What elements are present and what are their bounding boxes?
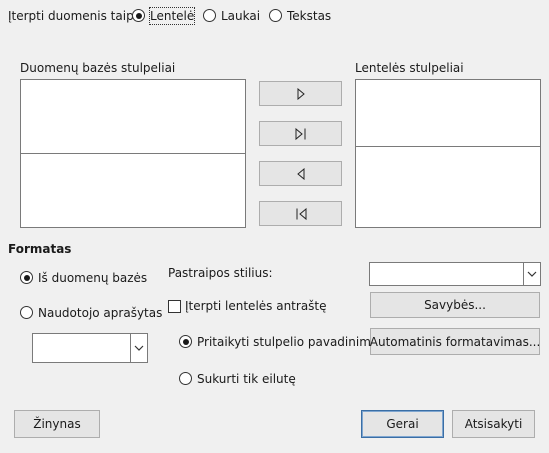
- radio-fields[interactable]: [203, 9, 216, 22]
- paragraph-style-label: Pastraipos stilius:: [168, 266, 273, 280]
- move-all-left-button[interactable]: [259, 201, 342, 226]
- left-triangle-bar-icon: [296, 207, 306, 220]
- chevron-down-icon[interactable]: [523, 263, 540, 285]
- paragraph-style-combo[interactable]: [369, 262, 541, 286]
- ok-button[interactable]: Gerai: [361, 410, 444, 438]
- radio-apply-column-name[interactable]: [179, 335, 192, 348]
- radio-from-database[interactable]: [20, 271, 33, 284]
- table-columns-label: Lentelės stulpeliai: [355, 61, 464, 75]
- radio-table[interactable]: [132, 9, 145, 22]
- move-one-right-button[interactable]: [259, 81, 342, 106]
- list-divider: [21, 153, 245, 154]
- radio-fields-label[interactable]: Laukai: [221, 8, 260, 24]
- radio-user-defined[interactable]: [20, 306, 33, 319]
- radio-text-label[interactable]: Tekstas: [287, 8, 331, 24]
- user-defined-format-combo[interactable]: [32, 333, 148, 363]
- table-columns-list[interactable]: [355, 79, 541, 228]
- radio-from-database-label[interactable]: Iš duomenų bazės: [38, 270, 147, 286]
- insert-as-label: Įterpti duomenis taip:: [8, 9, 138, 23]
- help-button-label: Žinynas: [33, 417, 81, 431]
- cancel-button[interactable]: Atsisakyti: [452, 410, 535, 438]
- insert-table-heading-checkbox[interactable]: [168, 300, 181, 313]
- left-triangle-icon: [296, 167, 304, 180]
- database-columns-label: Duomenų bazės stulpeliai: [20, 61, 176, 75]
- insert-table-heading-label[interactable]: Įterpti lentelės antraštę: [185, 298, 327, 314]
- move-one-left-button[interactable]: [259, 161, 342, 186]
- ok-button-label: Gerai: [386, 417, 419, 431]
- chevron-down-icon[interactable]: [130, 334, 147, 362]
- help-button[interactable]: Žinynas: [14, 410, 100, 438]
- autoformat-button-label: Automatinis formatavimas...: [369, 334, 541, 349]
- autoformat-button[interactable]: Automatinis formatavimas...: [370, 328, 540, 355]
- list-divider: [356, 146, 540, 147]
- radio-user-defined-label[interactable]: Naudotojo aprašytas: [38, 305, 162, 321]
- properties-button-label: Savybės...: [424, 298, 486, 312]
- move-all-right-button[interactable]: [259, 121, 342, 146]
- cancel-button-label: Atsisakyti: [464, 417, 523, 431]
- radio-apply-column-name-label[interactable]: Pritaikyti stulpelio pavadinimą: [197, 334, 378, 350]
- database-columns-list[interactable]: [20, 79, 246, 228]
- right-triangle-bar-icon: [295, 127, 305, 140]
- radio-create-row-only-label[interactable]: Sukurti tik eilutę: [197, 371, 296, 387]
- properties-button[interactable]: Savybės...: [370, 292, 540, 318]
- radio-table-label[interactable]: Lentelė: [148, 7, 196, 25]
- format-title: Formatas: [8, 242, 72, 256]
- radio-create-row-only[interactable]: [179, 372, 192, 385]
- right-triangle-icon: [297, 87, 305, 100]
- radio-text[interactable]: [269, 9, 282, 22]
